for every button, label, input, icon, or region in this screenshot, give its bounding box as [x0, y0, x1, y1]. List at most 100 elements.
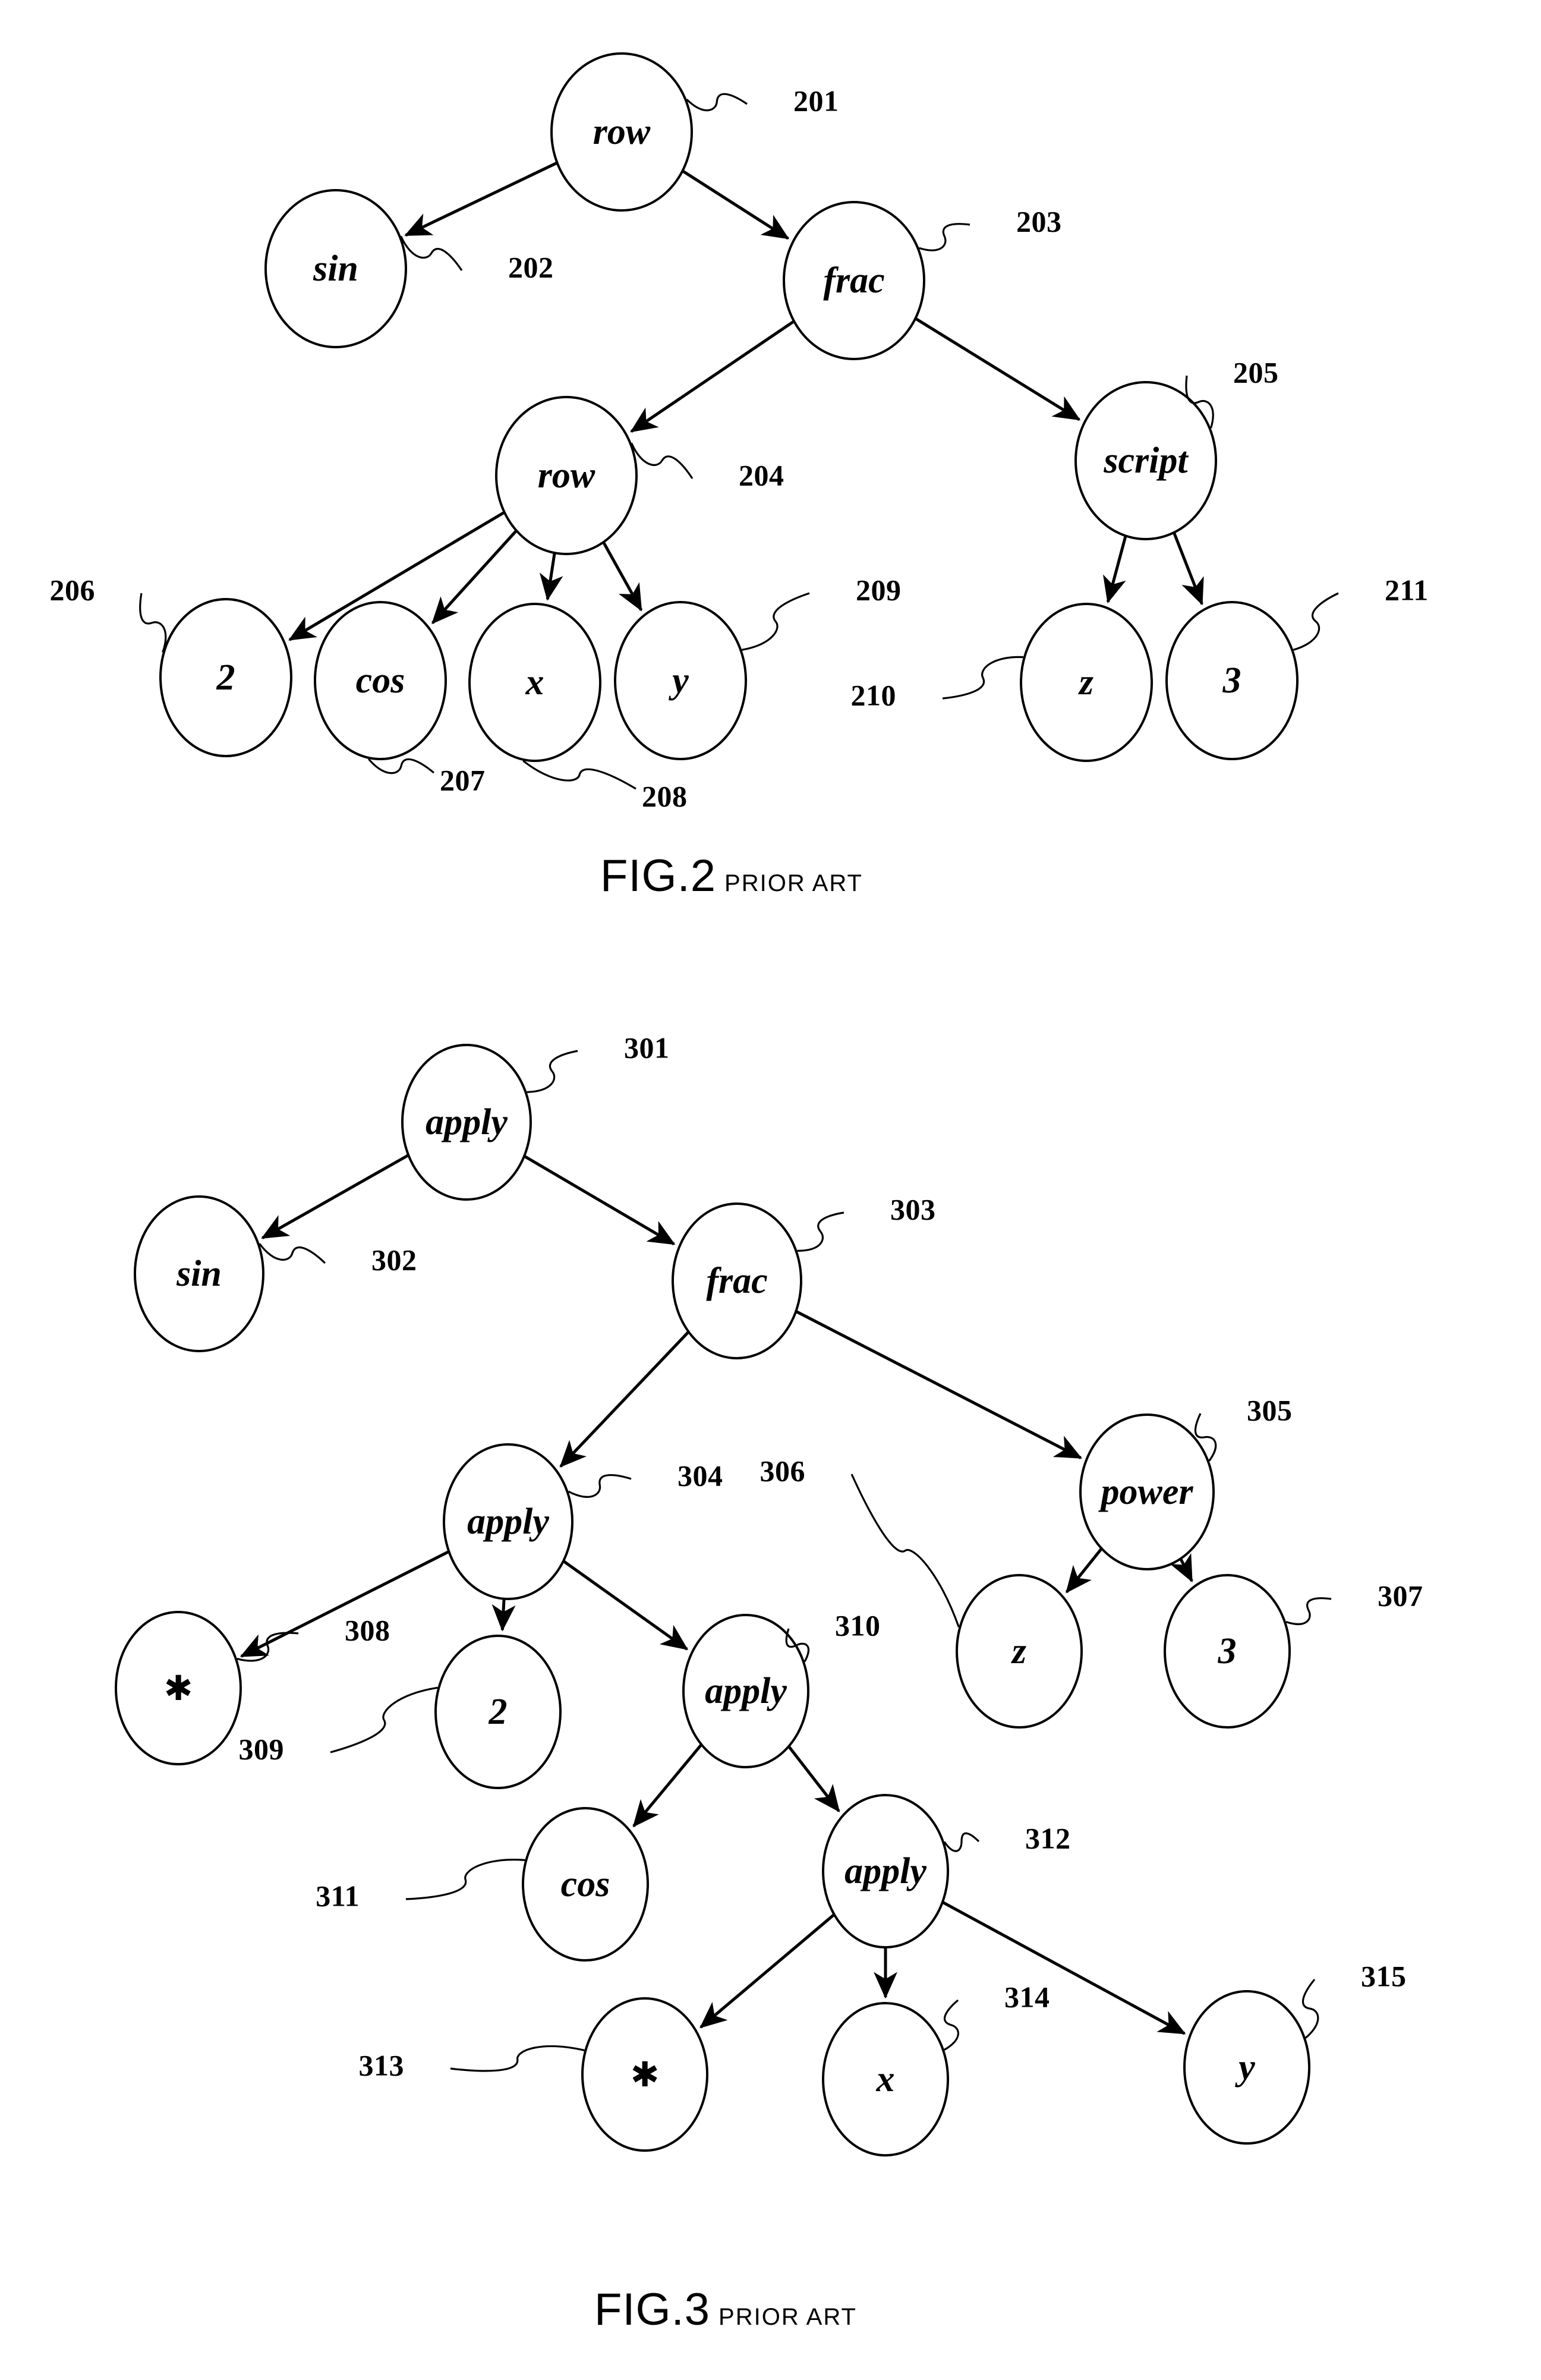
tree-node-201[interactable]: row: [550, 52, 693, 212]
figure-3-caption-main: FIG.3: [594, 2284, 711, 2335]
tree-node-309[interactable]: 2: [434, 1635, 562, 1789]
tree-node-302[interactable]: sin: [134, 1195, 264, 1352]
tree-node-306[interactable]: z: [956, 1574, 1083, 1729]
figure-3-nodes: apply sin frac apply power z 3 ✱ 2 apply cos apply ✱…: [115, 1044, 1310, 2157]
reference-numeral-312: 312: [1025, 1821, 1071, 1855]
tree-edge-203-to-205: [915, 317, 1081, 421]
node-label-302: sin: [176, 1254, 222, 1294]
tree-edge-312-to-313: [699, 1913, 836, 2029]
tree-edge-312-to-315: [941, 1900, 1186, 2035]
leader-line-207: [367, 758, 435, 775]
node-label-310: apply: [705, 1671, 787, 1711]
reference-numeral-201: 201: [793, 84, 839, 117]
reference-numeral-315: 315: [1361, 1959, 1407, 1992]
tree-edge-310-to-312: [787, 1745, 840, 1812]
node-label-208: x: [525, 662, 544, 703]
tree-edge-204-to-208: [539, 552, 563, 601]
tree-node-311[interactable]: cos: [522, 1807, 649, 1962]
tree-edge-301-to-303: [523, 1154, 676, 1246]
tree-node-315[interactable]: y: [1183, 1990, 1310, 2145]
reference-numeral-303: 303: [890, 1192, 936, 1226]
leader-line-202: [400, 235, 463, 271]
reference-numeral-314: 314: [1004, 1980, 1050, 2013]
node-label-301: apply: [426, 1102, 508, 1142]
node-label-307: 3: [1218, 1631, 1237, 1671]
node-label-204: row: [538, 455, 595, 496]
node-label-211: 3: [1222, 660, 1241, 701]
leader-line-306: [850, 1474, 960, 1627]
tree-edge-303-to-305: [795, 1309, 1082, 1459]
tree-node-313[interactable]: ✱: [581, 1997, 708, 2152]
reference-numeral-309: 309: [239, 1732, 285, 1765]
tree-edge-205-to-211: [1173, 531, 1204, 606]
figure-2-caption: FIG.2 PRIOR ART: [600, 850, 863, 902]
figure-2-caption-main: FIG.2: [600, 851, 717, 901]
figure-2-edges: [288, 161, 1204, 641]
tree-edge-304-to-309: [491, 1598, 516, 1632]
tree-node-303[interactable]: frac: [672, 1202, 802, 1359]
figure-3-caption-sub: PRIOR ART: [718, 2304, 857, 2330]
tree-node-203[interactable]: frac: [783, 201, 925, 360]
leader-line-314: [943, 1999, 959, 2051]
node-label-206: 2: [216, 657, 235, 698]
tree-node-205[interactable]: script: [1074, 381, 1217, 540]
tree-node-210[interactable]: z: [1020, 603, 1153, 762]
tree-edge-201-to-202: [404, 161, 558, 237]
tree-node-209[interactable]: y: [614, 601, 747, 760]
tree-edge-204-to-209: [602, 541, 643, 612]
tree-node-301[interactable]: apply: [401, 1044, 532, 1201]
reference-numeral-205: 205: [1233, 355, 1279, 389]
reference-numeral-313: 313: [359, 2048, 405, 2082]
node-label-313: ✱: [631, 2054, 660, 2095]
tree-node-204[interactable]: row: [495, 396, 638, 555]
tree-node-308[interactable]: ✱: [115, 1611, 242, 1765]
reference-numeral-204: 204: [739, 458, 784, 492]
reference-numeral-208: 208: [642, 779, 688, 813]
tree-node-304[interactable]: apply: [443, 1443, 573, 1600]
leader-line-313: [450, 2045, 585, 2072]
leader-line-304: [568, 1474, 632, 1498]
tree-edge-304-to-310: [562, 1560, 689, 1651]
leader-line-211: [1293, 592, 1339, 651]
leader-line-307: [1285, 1597, 1332, 1625]
tree-node-207[interactable]: cos: [314, 601, 447, 760]
leader-line-203: [919, 223, 970, 251]
reference-numeral-202: 202: [508, 250, 554, 284]
reference-numeral-304: 304: [677, 1459, 723, 1492]
tree-node-307[interactable]: 3: [1164, 1574, 1291, 1729]
reference-numeral-211: 211: [1385, 573, 1429, 606]
reference-numeral-310: 310: [835, 1608, 881, 1642]
tree-edge-303-to-304: [559, 1330, 690, 1468]
tree-node-305[interactable]: power: [1079, 1413, 1215, 1570]
node-label-308: ✱: [164, 1668, 193, 1708]
tree-edge-305-to-306: [1065, 1547, 1103, 1594]
leader-line-206: [139, 593, 167, 653]
tree-node-314[interactable]: x: [822, 2002, 949, 2157]
tree-node-202[interactable]: sin: [264, 189, 407, 348]
tree-edge-301-to-302: [261, 1154, 409, 1239]
node-label-201: row: [593, 112, 651, 152]
figure-2-caption-sub: PRIOR ART: [724, 870, 863, 896]
tree-edge-204-to-207: [431, 529, 518, 625]
tree-node-211[interactable]: 3: [1165, 601, 1299, 760]
figure-2-tree-diagram: row sin frac row script 2 cos x y z 3 201 202 203 204…: [50, 52, 1429, 2157]
node-label-202: sin: [313, 248, 358, 289]
tree-edge-310-to-311: [632, 1743, 703, 1828]
tree-node-310[interactable]: apply: [682, 1614, 809, 1768]
reference-numeral-305: 305: [1247, 1393, 1293, 1427]
tree-edge-205-to-210: [1102, 535, 1127, 604]
reference-numeral-311: 311: [316, 1879, 360, 1912]
node-label-305: power: [1098, 1472, 1194, 1512]
node-label-311: cos: [561, 1864, 610, 1904]
tree-node-206[interactable]: 2: [159, 598, 292, 757]
figure-2-nodes: row sin frac row script 2 cos x y z 3: [159, 52, 1299, 762]
node-label-309: 2: [489, 1692, 508, 1732]
node-label-314: x: [876, 2059, 895, 2099]
leader-line-309: [330, 1686, 438, 1753]
reference-numeral-210: 210: [851, 678, 897, 712]
leader-line-311: [405, 1859, 525, 1900]
tree-node-312[interactable]: apply: [822, 1794, 949, 1948]
tree-node-208[interactable]: x: [468, 603, 601, 762]
leader-line-210: [942, 656, 1023, 700]
leader-line-308: [237, 1632, 299, 1662]
